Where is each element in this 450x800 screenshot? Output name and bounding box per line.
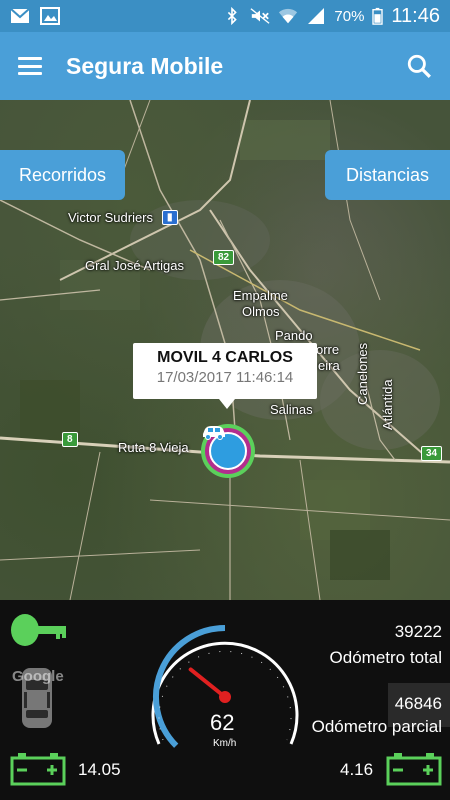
speedometer-gauge [151,625,299,748]
vehicle-marker[interactable] [201,424,255,478]
car-icon [203,426,225,440]
map-label-empalme: Empalme [233,288,288,303]
battery-icon [372,7,384,25]
vehicle-info-popup[interactable]: MOVIL 4 CARLOS 17/03/2017 11:46:14 [133,343,317,399]
speed-value: 62 [210,710,235,735]
clock: 11:46 [391,4,440,27]
route-shield-34: 34 [421,446,443,461]
map-label-pando: Pando [275,328,313,343]
app-title: Segura Mobile [66,52,224,79]
recorridos-button[interactable]: Recorridos [0,150,125,200]
map-label-eira: eira [318,358,340,373]
odometer-total-label: Odómetro total [329,648,442,667]
odometer-partial-value: 46846 [394,694,442,713]
map-view[interactable]: Recorridos Distancias Victor Sudriers ▮ … [0,100,450,600]
gmail-icon [10,8,30,23]
map-label-ruta-8-vieja: Ruta 8 Vieja [118,440,189,455]
map-label-atlantida: Atlántida [380,379,395,430]
battery-right-icon [386,753,442,786]
vehicle-dashboard: 14.05 62 Km/h 39222 Odómetro total 46846… [0,600,450,800]
battery-left-icon [10,753,66,786]
map-label-victor-sudriers: Victor Sudriers [68,210,154,225]
battery-percent: 70% [334,7,365,25]
map-label-torre: orre [316,342,340,357]
map-label-canelones: Canelones [355,342,370,405]
map-label-salinas: Salinas [270,402,313,417]
status-bar: 70% 11:46 [0,0,450,32]
odometer-total-value: 39222 [394,622,442,641]
mute-icon [250,8,270,24]
battery-right-value: 4.16 [340,760,374,779]
route-shield-82: 82 [213,250,235,265]
search-icon[interactable] [406,53,432,79]
bluetooth-icon [228,7,238,25]
menu-icon[interactable] [18,57,42,75]
bus-stop-icon: ▮ [162,210,178,225]
popup-pointer [219,399,235,409]
distancias-button[interactable]: Distancias [325,150,450,200]
odometer-partial-label: Odómetro parcial [311,717,442,736]
google-logo: Google [12,668,64,685]
battery-left-value: 14.05 [78,760,121,779]
map-label-gral-jose-artigas: Gral José Artigas [85,258,184,273]
signal-icon [308,8,325,24]
wifi-icon [279,8,298,24]
route-shield-8: 8 [62,432,78,447]
speed-unit: Km/h [213,738,237,749]
app-bar: Segura Mobile [0,32,450,100]
vehicle-name: MOVIL 4 CARLOS [157,349,293,366]
vehicle-timestamp: 17/03/2017 11:46:14 [156,369,294,386]
map-label-olmos: Olmos [242,304,280,319]
gallery-icon [40,7,60,25]
key-icon [11,614,66,646]
